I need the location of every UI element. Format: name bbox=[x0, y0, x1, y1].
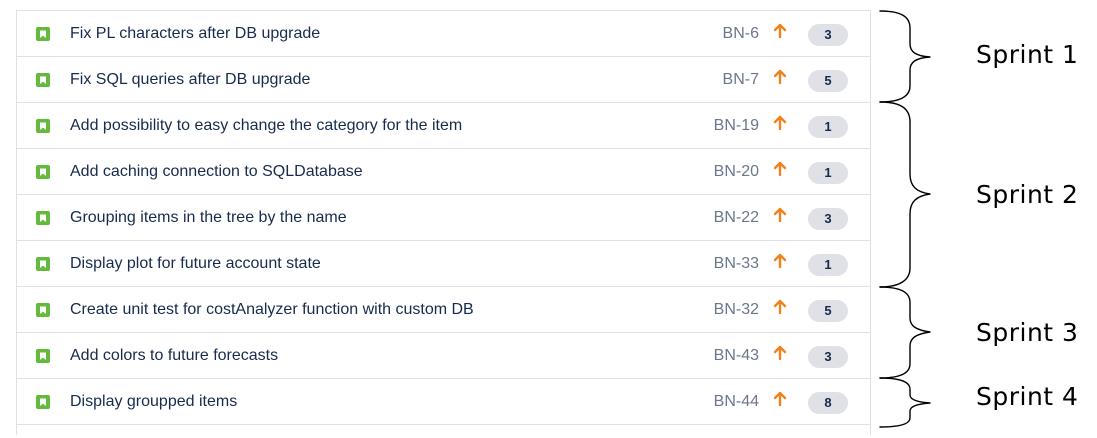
story-points-badge: 3 bbox=[808, 346, 848, 368]
story-points-badge: 3 bbox=[808, 24, 848, 46]
sprint-label: Sprint 3 bbox=[976, 318, 1079, 347]
issue-key[interactable]: BN-19 bbox=[714, 103, 759, 149]
issue-summary[interactable]: Add possibility to easy change the categ… bbox=[70, 103, 462, 149]
issue-summary[interactable]: Grouping items in the tree by the name bbox=[70, 195, 347, 241]
sprint-braces bbox=[879, 10, 931, 428]
issue-row-partial bbox=[17, 425, 870, 435]
story-points-badge: 8 bbox=[808, 392, 848, 414]
issue-row[interactable]: Fix PL characters after DB upgrade BN-6 … bbox=[17, 11, 870, 57]
story-points-badge: 1 bbox=[808, 254, 848, 276]
priority-high-arrow-icon bbox=[773, 69, 787, 85]
sprint-label: Sprint 1 bbox=[976, 40, 1079, 69]
issue-key[interactable]: BN-6 bbox=[723, 11, 759, 57]
issue-row[interactable]: Add colors to future forecasts BN-43 3 bbox=[17, 333, 870, 379]
sprint-label: Sprint 4 bbox=[976, 382, 1079, 411]
story-points-badge: 1 bbox=[808, 162, 848, 184]
story-icon bbox=[36, 27, 50, 41]
issue-row[interactable]: Add caching connection to SQLDatabase BN… bbox=[17, 149, 870, 195]
issue-summary[interactable]: Add colors to future forecasts bbox=[70, 333, 278, 379]
priority-high-arrow-icon bbox=[773, 115, 787, 131]
sprint-1-brace bbox=[879, 10, 931, 103]
issue-summary[interactable]: Fix SQL queries after DB upgrade bbox=[70, 57, 310, 103]
issue-key[interactable]: BN-33 bbox=[714, 241, 759, 287]
issue-summary[interactable]: Create unit test for costAnalyzer functi… bbox=[70, 287, 474, 333]
story-icon bbox=[36, 257, 50, 271]
issue-key[interactable]: BN-22 bbox=[714, 195, 759, 241]
sprint-2-brace bbox=[879, 101, 931, 288]
issue-key[interactable]: BN-44 bbox=[714, 379, 759, 425]
issue-summary[interactable]: Fix PL characters after DB upgrade bbox=[70, 11, 320, 57]
sprint-3-brace bbox=[879, 286, 931, 379]
story-points-badge: 5 bbox=[808, 300, 848, 322]
story-icon bbox=[36, 119, 50, 133]
backlog-issue-list: Fix PL characters after DB upgrade BN-6 … bbox=[16, 10, 871, 435]
issue-key[interactable]: BN-20 bbox=[714, 149, 759, 195]
story-points-badge: 3 bbox=[808, 208, 848, 230]
issue-row[interactable]: Display plot for future account state BN… bbox=[17, 241, 870, 287]
issue-row[interactable]: Create unit test for costAnalyzer functi… bbox=[17, 287, 870, 333]
sprint-label: Sprint 2 bbox=[976, 180, 1079, 209]
priority-high-arrow-icon bbox=[773, 345, 787, 361]
priority-high-arrow-icon bbox=[773, 253, 787, 269]
issue-row[interactable]: Display groupped items BN-44 8 bbox=[17, 379, 870, 425]
story-points-badge: 1 bbox=[808, 116, 848, 138]
priority-high-arrow-icon bbox=[773, 161, 787, 177]
story-points-badge: 5 bbox=[808, 70, 848, 92]
priority-high-arrow-icon bbox=[773, 299, 787, 315]
story-icon bbox=[36, 303, 50, 317]
issue-row[interactable]: Add possibility to easy change the categ… bbox=[17, 103, 870, 149]
story-icon bbox=[36, 165, 50, 179]
story-icon bbox=[36, 73, 50, 87]
priority-high-arrow-icon bbox=[773, 23, 787, 39]
issue-summary[interactable]: Display groupped items bbox=[70, 379, 237, 425]
issue-row[interactable]: Grouping items in the tree by the name B… bbox=[17, 195, 870, 241]
issue-summary[interactable]: Display plot for future account state bbox=[70, 241, 321, 287]
issue-key[interactable]: BN-7 bbox=[723, 57, 759, 103]
issue-row[interactable]: Fix SQL queries after DB upgrade BN-7 5 bbox=[17, 57, 870, 103]
priority-high-arrow-icon bbox=[773, 207, 787, 223]
story-icon bbox=[36, 211, 50, 225]
story-icon bbox=[36, 349, 50, 363]
issue-key[interactable]: BN-43 bbox=[714, 333, 759, 379]
priority-high-arrow-icon bbox=[773, 391, 787, 407]
story-icon bbox=[36, 395, 50, 409]
issue-key[interactable]: BN-32 bbox=[714, 287, 759, 333]
issue-summary[interactable]: Add caching connection to SQLDatabase bbox=[70, 149, 363, 195]
sprint-4-brace bbox=[879, 377, 931, 428]
